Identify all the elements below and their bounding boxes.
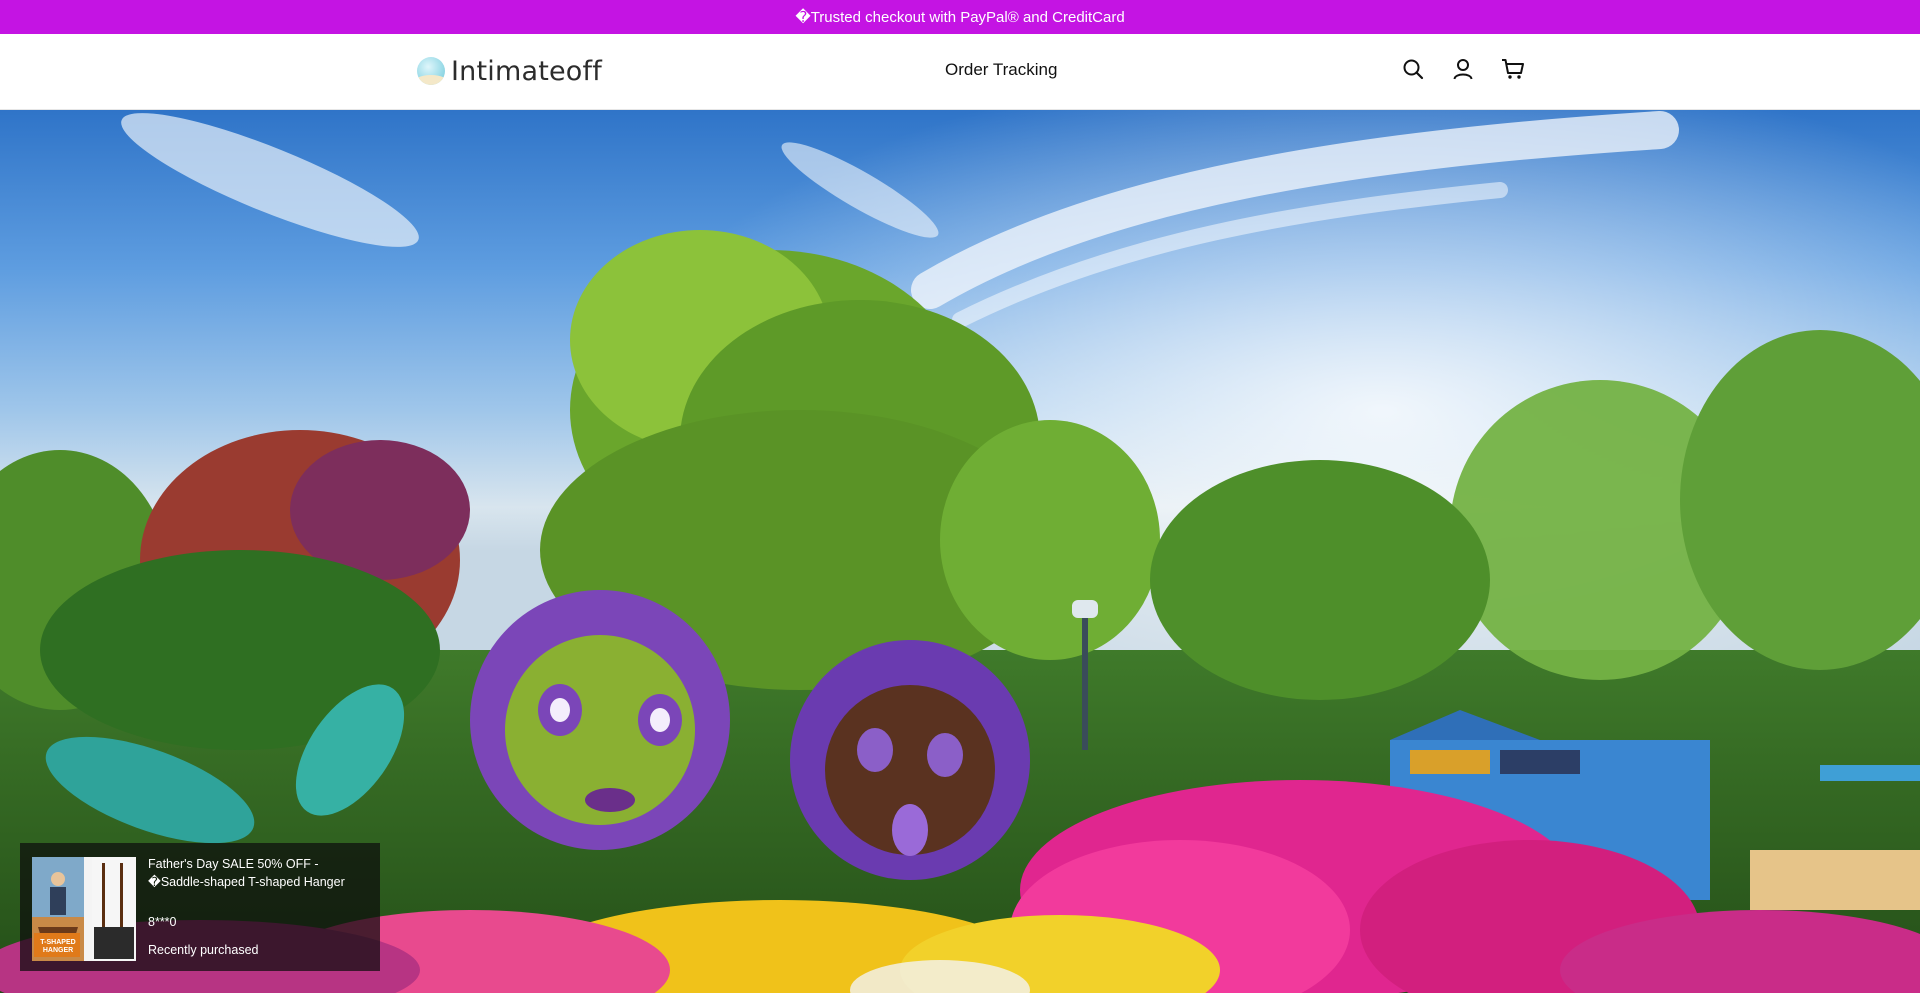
popup-text-block: Father's Day SALE 50% OFF - �Saddle-shap… [148, 855, 368, 971]
popup-product-title[interactable]: Father's Day SALE 50% OFF - �Saddle-shap… [148, 855, 368, 891]
logo-icon [417, 57, 445, 85]
recent-purchase-popup[interactable]: T-SHAPED HANGER Father's Day SALE 50% OF… [20, 843, 380, 971]
account-icon[interactable] [1450, 56, 1476, 82]
site-header: Intimateoff Order Tracking [0, 34, 1920, 110]
announcement-text: �Trusted checkout with PayPal® and Credi… [795, 9, 1125, 26]
header-icons [1400, 56, 1526, 82]
popup-status: Recently purchased [148, 943, 259, 957]
search-icon[interactable] [1400, 56, 1426, 82]
popup-buyer: 8***0 [148, 915, 177, 929]
logo-text: Intimateoff [451, 55, 602, 87]
logo[interactable]: Intimateoff [417, 54, 602, 88]
thumbnail-label: T-SHAPED HANGER [40, 939, 76, 954]
product-thumbnail: T-SHAPED HANGER [32, 857, 136, 961]
nav-order-tracking[interactable]: Order Tracking [945, 60, 1057, 80]
cart-icon[interactable] [1500, 56, 1526, 82]
announcement-bar: �Trusted checkout with PayPal® and Credi… [0, 0, 1920, 34]
